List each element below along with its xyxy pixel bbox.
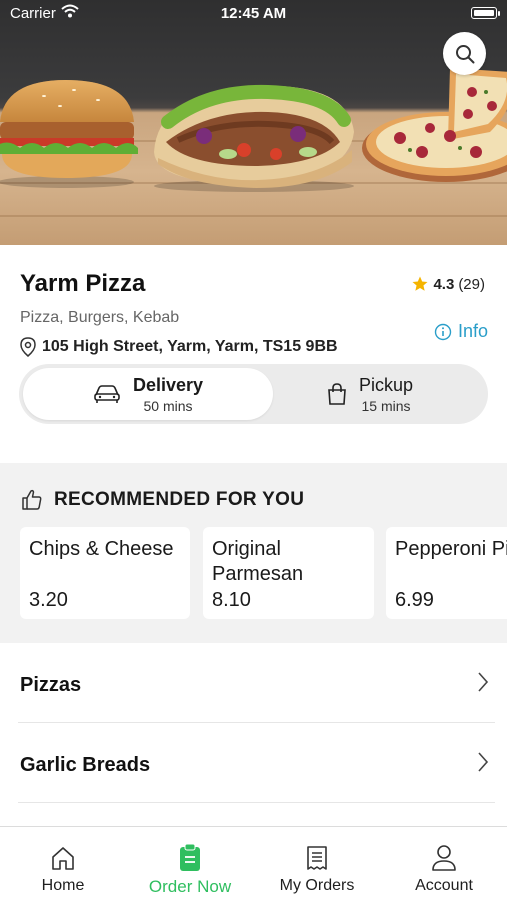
status-bar: Carrier 12:45 AM xyxy=(0,0,507,28)
search-button[interactable] xyxy=(443,32,486,75)
tab-bar: Home Order Now My Orders Account xyxy=(0,826,507,900)
thumbs-up-icon xyxy=(22,489,42,510)
car-icon xyxy=(94,385,120,403)
tab-order-now-label: Order Now xyxy=(148,877,232,896)
recommended-item-name: Chips & Cheese xyxy=(29,538,174,560)
category-label: Pizzas xyxy=(20,674,82,696)
cuisine-list: Pizza, Burgers, Kebab xyxy=(20,309,180,326)
chevron-right-icon xyxy=(478,752,489,772)
category-row-garlic-breads[interactable]: Garlic Breads xyxy=(0,723,507,803)
tab-home[interactable]: Home xyxy=(0,827,126,900)
receipt-icon xyxy=(307,846,327,870)
chevron-right-icon xyxy=(478,672,489,692)
recommended-item-price: 8.10 xyxy=(212,589,251,611)
home-icon xyxy=(52,847,74,870)
restaurant-name: Yarm Pizza xyxy=(20,270,146,297)
delivery-time: 50 mins xyxy=(143,397,193,414)
delivery-option[interactable]: Delivery 50 mins xyxy=(23,368,273,420)
pizza-image xyxy=(362,68,507,182)
rating-score: 4.3 xyxy=(433,275,455,293)
recommended-item-name: Original Parmesan xyxy=(212,538,304,585)
tab-account[interactable]: Account xyxy=(381,827,507,900)
tab-my-orders-label: My Orders xyxy=(279,877,355,894)
recommended-header: RECOMMENDED FOR YOU xyxy=(20,488,304,512)
category-label: Garlic Breads xyxy=(20,754,151,776)
info-button[interactable]: Info xyxy=(434,321,488,342)
tab-home-label: Home xyxy=(41,877,85,894)
pickup-option[interactable]: Pickup 15 mins xyxy=(255,368,485,420)
recommended-item-price: 6.99 xyxy=(395,589,434,611)
tab-order-now[interactable]: Order Now xyxy=(127,827,253,900)
search-icon xyxy=(455,44,474,63)
review-count: (29) xyxy=(458,275,485,293)
order-now-icon xyxy=(180,844,200,871)
delivery-label: Delivery xyxy=(132,374,204,395)
divider xyxy=(18,802,495,803)
star-icon xyxy=(412,276,428,291)
battery-icon xyxy=(471,7,497,19)
location-pin-icon xyxy=(20,337,36,357)
rating: 4.3 (29) xyxy=(411,275,485,293)
address-text: 105 High Street, Yarm, Yarm, TS15 9BB xyxy=(42,338,338,355)
address: 105 High Street, Yarm, Yarm, TS15 9BB xyxy=(20,337,338,357)
pickup-time: 15 mins xyxy=(361,397,411,414)
order-type-toggle: Delivery 50 mins Pickup 15 mins xyxy=(19,364,488,424)
recommended-card[interactable]: Chips & Cheese 3.20 xyxy=(20,527,190,619)
recommended-item-price: 3.20 xyxy=(29,589,68,611)
recommended-section: RECOMMENDED FOR YOU Chips & Cheese 3.20 … xyxy=(0,463,507,643)
hero-banner: Carrier 12:45 AM xyxy=(0,0,507,245)
recommended-item-name: Pepperoni Pizza xyxy=(395,538,507,560)
recommended-card[interactable]: Pepperoni Pizza 6.99 xyxy=(386,527,507,619)
burger-image xyxy=(0,80,138,188)
person-icon xyxy=(432,845,456,871)
recommended-title: RECOMMENDED FOR YOU xyxy=(54,489,305,510)
category-row-pizzas[interactable]: Pizzas xyxy=(0,643,507,723)
shopping-bag-icon xyxy=(328,383,346,405)
recommended-card[interactable]: Original Parmesan 8.10 xyxy=(203,527,374,619)
info-label: Info xyxy=(457,321,488,341)
tab-account-label: Account xyxy=(415,877,473,894)
kebab-image xyxy=(154,84,354,192)
clock: 12:45 AM xyxy=(220,5,287,22)
pickup-label: Pickup xyxy=(358,374,414,395)
recommended-carousel[interactable]: Chips & Cheese 3.20 Original Parmesan 8.… xyxy=(20,527,507,619)
info-icon xyxy=(434,323,452,340)
tab-my-orders[interactable]: My Orders xyxy=(254,827,380,900)
